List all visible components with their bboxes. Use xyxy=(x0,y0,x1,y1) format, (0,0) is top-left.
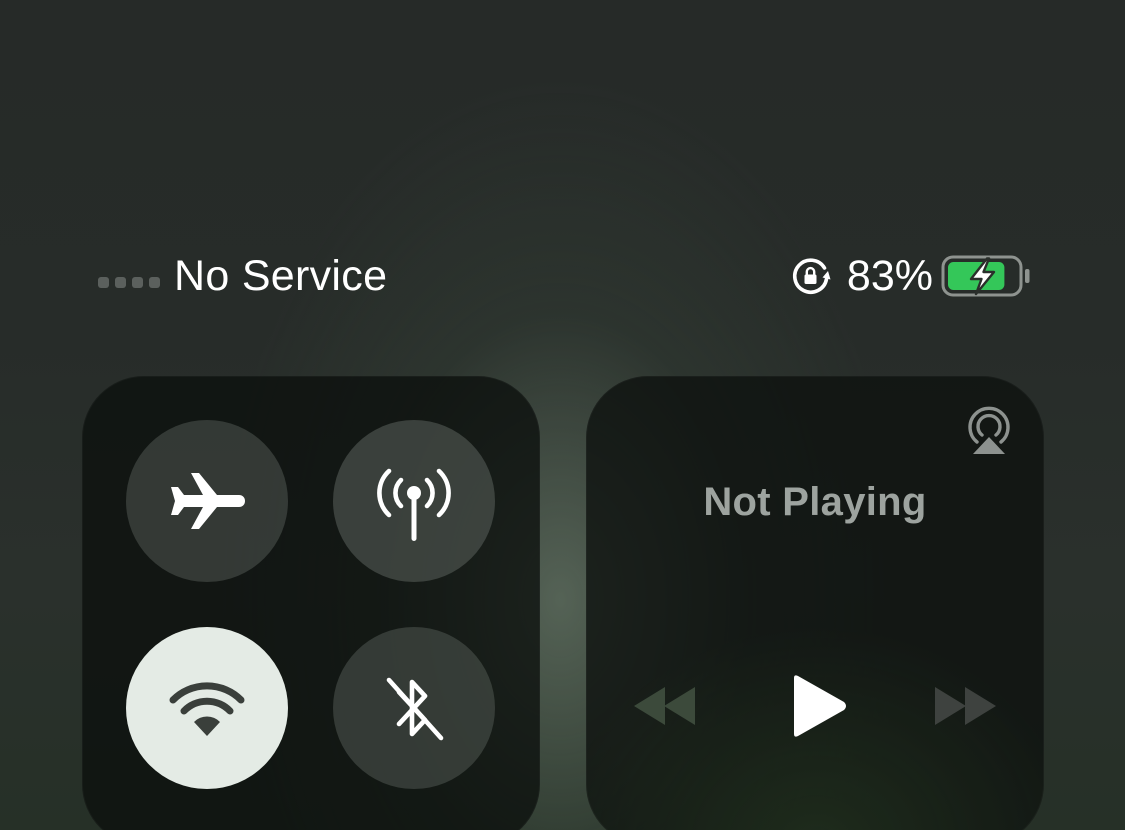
now-playing-panel: Not Playing xyxy=(586,376,1044,830)
signal-dot xyxy=(98,276,109,288)
bluetooth-off-icon xyxy=(386,677,444,741)
connectivity-panel xyxy=(82,376,540,830)
cellular-antenna-icon xyxy=(377,468,451,541)
signal-dot xyxy=(132,276,143,288)
lock-rotation-icon xyxy=(792,258,831,294)
airplay-icon[interactable] xyxy=(962,404,1016,458)
now-playing-title: Not Playing xyxy=(703,480,927,524)
cellular-data-toggle[interactable] xyxy=(333,420,495,582)
wifi-toggle[interactable] xyxy=(126,627,288,789)
rewind-icon xyxy=(634,687,695,725)
battery-percentage: 83% xyxy=(846,251,933,300)
fast-forward-icon xyxy=(935,687,996,725)
signal-strength-icon xyxy=(98,276,160,288)
airplane-icon xyxy=(171,473,245,529)
battery-charging-icon xyxy=(941,255,1030,297)
carrier-label: No Service xyxy=(174,251,388,300)
wifi-icon xyxy=(169,682,245,736)
status-bar-left: No Service xyxy=(98,250,387,302)
signal-dot xyxy=(149,276,160,288)
fast-forward-button[interactable] xyxy=(930,682,998,730)
status-bar-right: 83% xyxy=(791,250,1031,302)
play-button[interactable] xyxy=(784,672,850,740)
airplane-mode-toggle[interactable] xyxy=(126,420,288,582)
rewind-button[interactable] xyxy=(632,682,700,730)
play-icon xyxy=(794,675,846,737)
signal-dot xyxy=(115,276,126,288)
bluetooth-toggle[interactable] xyxy=(333,627,495,789)
